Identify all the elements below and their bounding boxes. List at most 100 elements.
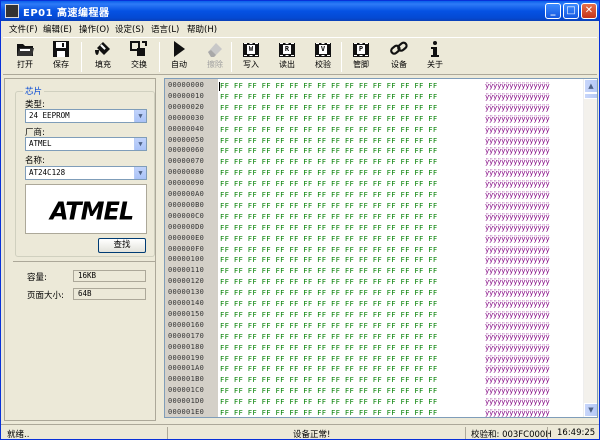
pins-button[interactable]: P 管脚: [347, 40, 375, 74]
scroll-up-icon[interactable]: ▲: [584, 79, 597, 93]
ascii-row[interactable]: ÿÿÿÿÿÿÿÿÿÿÿÿÿÿÿÿ: [485, 397, 550, 406]
hex-bytes-row[interactable]: FF FF FF FF FF FF FF FF FF FF FF FF FF F…: [220, 386, 437, 395]
maker-select[interactable]: ATMEL ▼: [25, 137, 147, 151]
ascii-row[interactable]: ÿÿÿÿÿÿÿÿÿÿÿÿÿÿÿÿ: [485, 255, 550, 264]
save-button[interactable]: 保存: [47, 40, 75, 74]
hex-bytes-row[interactable]: FF FF FF FF FF FF FF FF FF FF FF FF FF F…: [220, 179, 437, 188]
hex-bytes-row[interactable]: FF FF FF FF FF FF FF FF FF FF FF FF FF F…: [220, 364, 437, 373]
hex-bytes-row[interactable]: FF FF FF FF FF FF FF FF FF FF FF FF FF F…: [220, 234, 437, 243]
hex-bytes-row[interactable]: FF FF FF FF FF FF FF FF FF FF FF FF FF F…: [220, 190, 437, 199]
menu-edit[interactable]: 编辑(E): [43, 23, 72, 35]
hex-bytes-row[interactable]: FF FF FF FF FF FF FF FF FF FF FF FF FF F…: [220, 266, 437, 275]
hex-bytes-row[interactable]: FF FF FF FF FF FF FF FF FF FF FF FF FF F…: [220, 299, 437, 308]
ascii-row[interactable]: ÿÿÿÿÿÿÿÿÿÿÿÿÿÿÿÿ: [485, 234, 550, 243]
hex-bytes-row[interactable]: FF FF FF FF FF FF FF FF FF FF FF FF FF F…: [220, 157, 437, 166]
ascii-row[interactable]: ÿÿÿÿÿÿÿÿÿÿÿÿÿÿÿÿ: [485, 408, 550, 417]
hex-bytes-row[interactable]: FF FF FF FF FF FF FF FF FF FF FF FF FF F…: [220, 255, 437, 264]
title-bar[interactable]: EP01 高速编程器 _ □ ✕: [1, 1, 599, 21]
auto-button[interactable]: 自动: [165, 40, 193, 74]
hex-bytes-row[interactable]: FF FF FF FF FF FF FF FF FF FF FF FF FF F…: [220, 92, 437, 101]
hex-bytes-row[interactable]: FF FF FF FF FF FF FF FF FF FF FF FF FF F…: [220, 125, 437, 134]
menu-help[interactable]: 帮助(H): [187, 23, 217, 35]
ascii-row[interactable]: ÿÿÿÿÿÿÿÿÿÿÿÿÿÿÿÿ: [485, 223, 550, 232]
ascii-row[interactable]: ÿÿÿÿÿÿÿÿÿÿÿÿÿÿÿÿ: [485, 332, 550, 341]
ascii-row[interactable]: ÿÿÿÿÿÿÿÿÿÿÿÿÿÿÿÿ: [485, 277, 550, 286]
scroll-thumb[interactable]: [584, 93, 597, 99]
ascii-row[interactable]: ÿÿÿÿÿÿÿÿÿÿÿÿÿÿÿÿ: [485, 201, 550, 210]
hex-bytes-row[interactable]: FF FF FF FF FF FF FF FF FF FF FF FF FF F…: [220, 277, 437, 286]
hex-bytes-row[interactable]: FF FF FF FF FF FF FF FF FF FF FF FF FF F…: [220, 332, 437, 341]
menu-file[interactable]: 文件(F): [9, 23, 38, 35]
page-size-label: 页面大小:: [27, 291, 64, 301]
hex-bytes-row[interactable]: FF FF FF FF FF FF FF FF FF FF FF FF FF F…: [220, 375, 437, 384]
ascii-row[interactable]: ÿÿÿÿÿÿÿÿÿÿÿÿÿÿÿÿ: [485, 321, 550, 330]
ascii-row[interactable]: ÿÿÿÿÿÿÿÿÿÿÿÿÿÿÿÿ: [485, 288, 550, 297]
ascii-row[interactable]: ÿÿÿÿÿÿÿÿÿÿÿÿÿÿÿÿ: [485, 103, 550, 112]
menu-settings[interactable]: 设定(S): [115, 23, 144, 35]
ascii-row[interactable]: ÿÿÿÿÿÿÿÿÿÿÿÿÿÿÿÿ: [485, 212, 550, 221]
play-icon: [169, 40, 189, 58]
capacity-value: 16KB: [73, 270, 146, 282]
ascii-row[interactable]: ÿÿÿÿÿÿÿÿÿÿÿÿÿÿÿÿ: [485, 364, 550, 373]
chevron-down-icon[interactable]: ▼: [134, 167, 146, 179]
hex-bytes-row[interactable]: FF FF FF FF FF FF FF FF FF FF FF FF FF F…: [220, 245, 437, 254]
ascii-row[interactable]: ÿÿÿÿÿÿÿÿÿÿÿÿÿÿÿÿ: [485, 245, 550, 254]
ascii-row[interactable]: ÿÿÿÿÿÿÿÿÿÿÿÿÿÿÿÿ: [485, 114, 550, 123]
hex-bytes-row[interactable]: FF FF FF FF FF FF FF FF FF FF FF FF FF F…: [220, 354, 437, 363]
hex-bytes-row[interactable]: FF FF FF FF FF FF FF FF FF FF FF FF FF F…: [220, 397, 437, 406]
hex-bytes-row[interactable]: FF FF FF FF FF FF FF FF FF FF FF FF FF F…: [220, 136, 437, 145]
menu-operate[interactable]: 操作(O): [79, 23, 109, 35]
close-button[interactable]: ✕: [581, 3, 597, 19]
menu-language[interactable]: 语言(L): [151, 23, 179, 35]
ascii-row[interactable]: ÿÿÿÿÿÿÿÿÿÿÿÿÿÿÿÿ: [485, 343, 550, 352]
hex-editor[interactable]: 00000000 FF FF FF FF FF FF FF FF FF FF FF…: [164, 78, 598, 418]
about-button[interactable]: 关于: [421, 40, 449, 74]
ascii-row[interactable]: ÿÿÿÿÿÿÿÿÿÿÿÿÿÿÿÿ: [485, 354, 550, 363]
ascii-row[interactable]: ÿÿÿÿÿÿÿÿÿÿÿÿÿÿÿÿ: [485, 125, 550, 134]
hex-bytes-row[interactable]: FF FF FF FF FF FF FF FF FF FF FF FF FF F…: [220, 146, 437, 155]
eraser-icon: [205, 40, 225, 58]
hex-bytes-row[interactable]: FF FF FF FF FF FF FF FF FF FF FF FF FF F…: [220, 103, 437, 112]
hex-bytes-row[interactable]: FF FF FF FF FF FF FF FF FF FF FF FF FF F…: [220, 408, 437, 417]
ascii-row[interactable]: ÿÿÿÿÿÿÿÿÿÿÿÿÿÿÿÿ: [485, 310, 550, 319]
ascii-row[interactable]: ÿÿÿÿÿÿÿÿÿÿÿÿÿÿÿÿ: [485, 375, 550, 384]
hex-bytes-row[interactable]: FF FF FF FF FF FF FF FF FF FF FF FF FF F…: [220, 310, 437, 319]
hex-bytes-row[interactable]: FF FF FF FF FF FF FF FF FF FF FF FF FF F…: [220, 321, 437, 330]
hex-bytes-row[interactable]: FF FF FF FF FF FF FF FF FF FF FF FF FF F…: [220, 81, 437, 90]
minimize-button[interactable]: _: [545, 3, 561, 19]
ascii-row[interactable]: ÿÿÿÿÿÿÿÿÿÿÿÿÿÿÿÿ: [485, 299, 550, 308]
chevron-down-icon[interactable]: ▼: [134, 138, 146, 150]
ascii-row[interactable]: ÿÿÿÿÿÿÿÿÿÿÿÿÿÿÿÿ: [485, 81, 550, 90]
device-button[interactable]: 设备: [385, 40, 413, 74]
hex-bytes-row[interactable]: FF FF FF FF FF FF FF FF FF FF FF FF FF F…: [220, 343, 437, 352]
write-button[interactable]: W 写入: [237, 40, 265, 74]
ascii-row[interactable]: ÿÿÿÿÿÿÿÿÿÿÿÿÿÿÿÿ: [485, 157, 550, 166]
hex-bytes-row[interactable]: FF FF FF FF FF FF FF FF FF FF FF FF FF F…: [220, 201, 437, 210]
ascii-row[interactable]: ÿÿÿÿÿÿÿÿÿÿÿÿÿÿÿÿ: [485, 386, 550, 395]
hex-bytes-row[interactable]: FF FF FF FF FF FF FF FF FF FF FF FF FF F…: [220, 114, 437, 123]
hex-bytes-row[interactable]: FF FF FF FF FF FF FF FF FF FF FF FF FF F…: [220, 168, 437, 177]
read-button[interactable]: R 读出: [273, 40, 301, 74]
verify-button[interactable]: V 校验: [309, 40, 337, 74]
erase-button[interactable]: 擦除: [201, 40, 229, 74]
ascii-row[interactable]: ÿÿÿÿÿÿÿÿÿÿÿÿÿÿÿÿ: [485, 168, 550, 177]
chevron-down-icon[interactable]: ▼: [134, 110, 146, 122]
vertical-scrollbar[interactable]: ▲ ▼: [583, 79, 597, 417]
ascii-row[interactable]: ÿÿÿÿÿÿÿÿÿÿÿÿÿÿÿÿ: [485, 146, 550, 155]
type-select[interactable]: 24 EEPROM ▼: [25, 109, 147, 123]
find-button[interactable]: 查找: [98, 238, 146, 253]
hex-bytes-row[interactable]: FF FF FF FF FF FF FF FF FF FF FF FF FF F…: [220, 212, 437, 221]
ascii-row[interactable]: ÿÿÿÿÿÿÿÿÿÿÿÿÿÿÿÿ: [485, 190, 550, 199]
ascii-row[interactable]: ÿÿÿÿÿÿÿÿÿÿÿÿÿÿÿÿ: [485, 179, 550, 188]
name-select[interactable]: AT24C128 ▼: [25, 166, 147, 180]
ascii-row[interactable]: ÿÿÿÿÿÿÿÿÿÿÿÿÿÿÿÿ: [485, 266, 550, 275]
maximize-button[interactable]: □: [563, 3, 579, 19]
fill-button[interactable]: 填充: [89, 40, 117, 74]
scroll-down-icon[interactable]: ▼: [584, 403, 597, 417]
hex-bytes-row[interactable]: FF FF FF FF FF FF FF FF FF FF FF FF FF F…: [220, 288, 437, 297]
swap-button[interactable]: 交换: [125, 40, 153, 74]
ascii-row[interactable]: ÿÿÿÿÿÿÿÿÿÿÿÿÿÿÿÿ: [485, 92, 550, 101]
hex-bytes-row[interactable]: FF FF FF FF FF FF FF FF FF FF FF FF FF F…: [220, 223, 437, 232]
ascii-row[interactable]: ÿÿÿÿÿÿÿÿÿÿÿÿÿÿÿÿ: [485, 136, 550, 145]
open-button[interactable]: 打开: [11, 40, 39, 74]
